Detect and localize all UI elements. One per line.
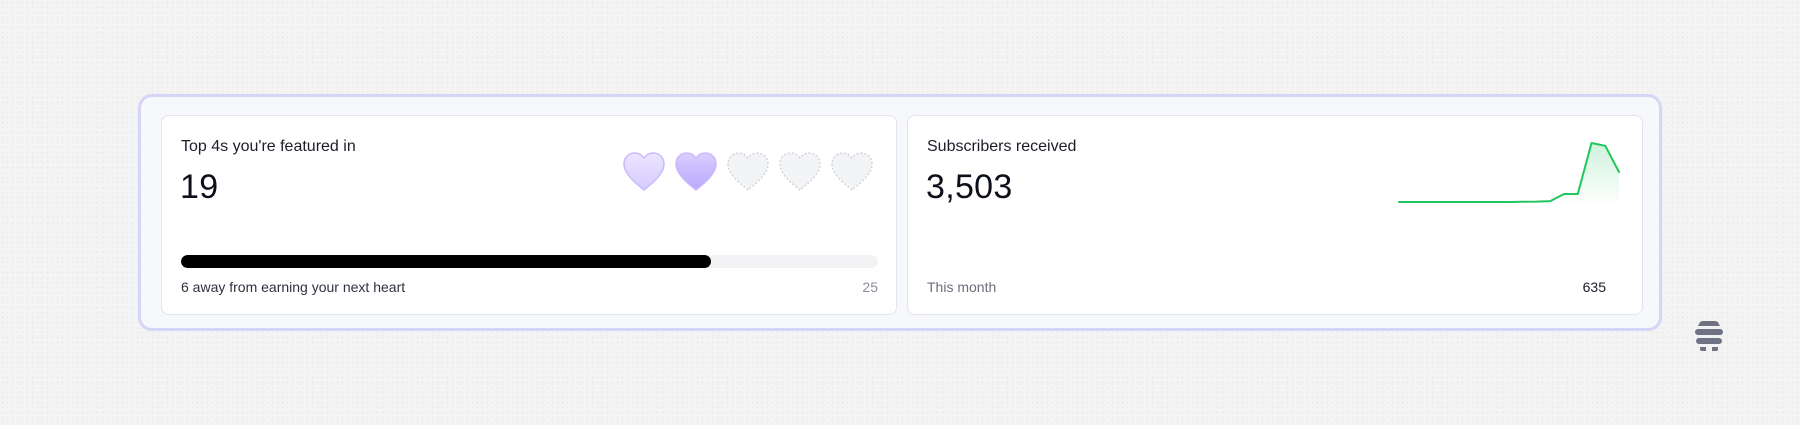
heart-progress-fill — [181, 255, 711, 268]
sparkline-point — [1425, 201, 1428, 203]
sparkline-point — [1453, 201, 1455, 203]
heart-filled-icon — [620, 149, 668, 193]
sparkline-point — [1563, 193, 1565, 195]
hearts-row — [620, 149, 880, 193]
heart-empty-icon — [828, 149, 876, 193]
sparkline-point — [1604, 145, 1607, 147]
top4s-title: Top 4s you're featured in — [181, 138, 356, 155]
sparkline-point — [1508, 201, 1510, 203]
subscribers-count: 3,503 — [926, 168, 1013, 206]
sparkline-point — [1618, 171, 1620, 173]
beehiiv-logo-icon — [1695, 321, 1723, 351]
sparkline-point — [1466, 201, 1469, 203]
top4s-card: Top 4s you're featured in 19 6 away from… — [161, 115, 897, 315]
subscribers-sparkline — [1398, 142, 1620, 206]
sparkline-point — [1494, 201, 1497, 203]
heart-progress-bar — [181, 255, 878, 268]
top4s-count: 19 — [180, 168, 219, 206]
sparkline-point — [1576, 193, 1579, 195]
subscribers-title: Subscribers received — [927, 138, 1077, 155]
sparkline-point — [1521, 200, 1524, 203]
sparkline-point — [1398, 201, 1400, 203]
stats-panel: Top 4s you're featured in 19 6 away from… — [138, 94, 1662, 331]
heart-filled-icon — [672, 149, 720, 193]
period-label: This month — [927, 279, 997, 295]
next-heart-goal: 25 — [862, 279, 878, 295]
heart-empty-icon — [776, 149, 824, 193]
sparkline-point — [1549, 200, 1552, 202]
sparkline-point — [1535, 200, 1538, 203]
sparkline-area — [1399, 143, 1619, 206]
sparkline-point — [1480, 201, 1483, 203]
sparkline-point — [1439, 201, 1442, 203]
subscribers-card: Subscribers received 3,503 This month 63… — [907, 115, 1643, 315]
sparkline-point — [1590, 142, 1593, 144]
next-heart-message: 6 away from earning your next heart — [181, 279, 406, 295]
sparkline-point — [1411, 201, 1414, 203]
heart-empty-icon — [724, 149, 772, 193]
period-value: 635 — [1582, 279, 1606, 295]
